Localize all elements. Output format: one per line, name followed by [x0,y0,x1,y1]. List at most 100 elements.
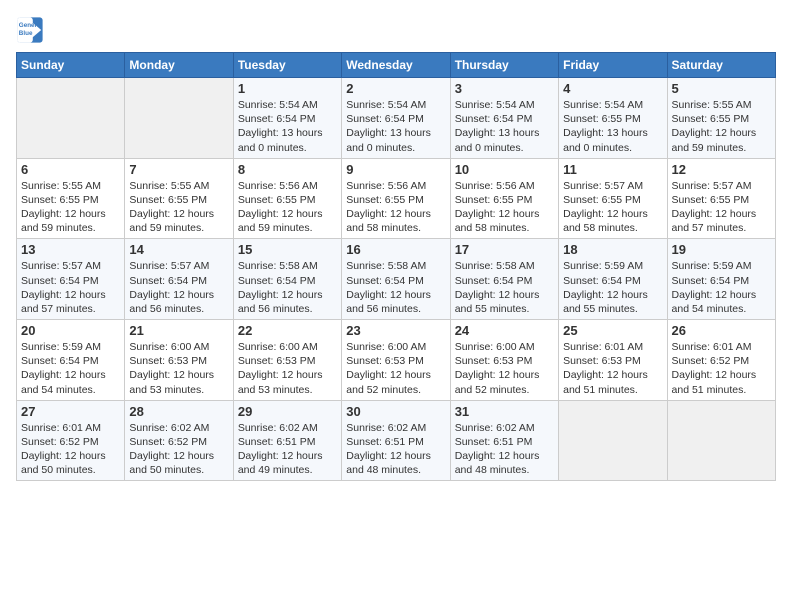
calendar-cell: 27 Sunrise: 6:01 AMSunset: 6:52 PMDayligh… [17,400,125,481]
day-number: 27 [21,404,120,419]
calendar-cell: 14 Sunrise: 5:57 AMSunset: 6:54 PMDayligh… [125,239,233,320]
calendar-week-3: 13 Sunrise: 5:57 AMSunset: 6:54 PMDayligh… [17,239,776,320]
day-number: 30 [346,404,445,419]
day-number: 7 [129,162,228,177]
svg-text:Blue: Blue [19,30,33,37]
calendar-cell [667,400,775,481]
calendar-cell: 8Sunrise: 5:56 AMSunset: 6:55 PMDaylight… [233,158,341,239]
day-info: Sunrise: 6:02 AMSunset: 6:51 PMDaylight:… [238,421,337,478]
calendar-cell: 21 Sunrise: 6:00 AMSunset: 6:53 PMDayligh… [125,320,233,401]
day-number: 31 [455,404,554,419]
day-info: Sunrise: 5:59 AMSunset: 6:54 PMDaylight:… [563,259,662,316]
calendar-cell: 6 Sunrise: 5:55 AMSunset: 6:55 PMDaylight… [17,158,125,239]
day-number: 11 [563,162,662,177]
day-info: Sunrise: 5:56 AMSunset: 6:55 PMDaylight:… [238,179,337,236]
calendar-cell: 5 Sunrise: 5:55 AMSunset: 6:55 PMDaylight… [667,78,775,159]
day-number: 28 [129,404,228,419]
calendar-cell: 17 Sunrise: 5:58 AMSunset: 6:54 PMDayligh… [450,239,558,320]
header-tuesday: Tuesday [233,53,341,78]
day-number: 20 [21,323,120,338]
day-info: Sunrise: 5:57 AMSunset: 6:55 PMDaylight:… [563,179,662,236]
day-number: 6 [21,162,120,177]
calendar-cell: 30 Sunrise: 6:02 AMSunset: 6:51 PMDayligh… [342,400,450,481]
calendar-cell: 3Sunrise: 5:54 AMSunset: 6:54 PMDaylight… [450,78,558,159]
day-number: 25 [563,323,662,338]
calendar-cell: 18 Sunrise: 5:59 AMSunset: 6:54 PMDayligh… [559,239,667,320]
calendar-cell: 19 Sunrise: 5:59 AMSunset: 6:54 PMDayligh… [667,239,775,320]
day-info: Sunrise: 5:55 AMSunset: 6:55 PMDaylight:… [129,179,228,236]
day-info: Sunrise: 6:00 AMSunset: 6:53 PMDaylight:… [346,340,445,397]
day-info: Sunrise: 5:56 AMSunset: 6:55 PMDaylight:… [455,179,554,236]
day-info: Sunrise: 5:58 AMSunset: 6:54 PMDaylight:… [238,259,337,316]
day-number: 19 [672,242,771,257]
day-info: Sunrise: 5:56 AMSunset: 6:55 PMDaylight:… [346,179,445,236]
day-info: Sunrise: 5:59 AMSunset: 6:54 PMDaylight:… [21,340,120,397]
svg-text:General: General [19,22,43,29]
day-number: 23 [346,323,445,338]
day-number: 29 [238,404,337,419]
day-number: 1 [238,81,337,96]
calendar-cell: 12Sunrise: 5:57 AMSunset: 6:55 PMDayligh… [667,158,775,239]
calendar-table: SundayMondayTuesdayWednesdayThursdayFrid… [16,52,776,481]
day-info: Sunrise: 6:01 AMSunset: 6:52 PMDaylight:… [672,340,771,397]
calendar-cell: 25 Sunrise: 6:01 AMSunset: 6:53 PMDayligh… [559,320,667,401]
header-thursday: Thursday [450,53,558,78]
calendar-cell: 20 Sunrise: 5:59 AMSunset: 6:54 PMDayligh… [17,320,125,401]
day-info: Sunrise: 6:02 AMSunset: 6:51 PMDaylight:… [455,421,554,478]
day-info: Sunrise: 6:02 AMSunset: 6:52 PMDaylight:… [129,421,228,478]
day-info: Sunrise: 5:55 AMSunset: 6:55 PMDaylight:… [672,98,771,155]
day-info: Sunrise: 5:57 AMSunset: 6:54 PMDaylight:… [21,259,120,316]
header-monday: Monday [125,53,233,78]
calendar-week-1: 1 Sunrise: 5:54 AMSunset: 6:54 PMDaylight… [17,78,776,159]
calendar-cell [559,400,667,481]
calendar-cell: 15 Sunrise: 5:58 AMSunset: 6:54 PMDayligh… [233,239,341,320]
day-number: 15 [238,242,337,257]
header-friday: Friday [559,53,667,78]
day-number: 5 [672,81,771,96]
calendar-cell: 7 Sunrise: 5:55 AMSunset: 6:55 PMDaylight… [125,158,233,239]
day-info: Sunrise: 5:55 AMSunset: 6:55 PMDaylight:… [21,179,120,236]
calendar-week-2: 6 Sunrise: 5:55 AMSunset: 6:55 PMDaylight… [17,158,776,239]
calendar-cell: 22 Sunrise: 6:00 AMSunset: 6:53 PMDayligh… [233,320,341,401]
day-number: 13 [21,242,120,257]
day-number: 10 [455,162,554,177]
day-info: Sunrise: 6:00 AMSunset: 6:53 PMDaylight:… [129,340,228,397]
calendar-cell [125,78,233,159]
day-info: Sunrise: 5:54 AMSunset: 6:54 PMDaylight:… [238,98,337,155]
header-wednesday: Wednesday [342,53,450,78]
day-number: 4 [563,81,662,96]
calendar-cell: 9Sunrise: 5:56 AMSunset: 6:55 PMDaylight… [342,158,450,239]
day-info: Sunrise: 5:59 AMSunset: 6:54 PMDaylight:… [672,259,771,316]
calendar-cell: 2Sunrise: 5:54 AMSunset: 6:54 PMDaylight… [342,78,450,159]
day-info: Sunrise: 5:58 AMSunset: 6:54 PMDaylight:… [455,259,554,316]
day-number: 17 [455,242,554,257]
day-number: 14 [129,242,228,257]
calendar-cell: 24Sunrise: 6:00 AMSunset: 6:53 PMDayligh… [450,320,558,401]
day-number: 2 [346,81,445,96]
day-info: Sunrise: 5:57 AMSunset: 6:54 PMDaylight:… [129,259,228,316]
calendar-week-4: 20 Sunrise: 5:59 AMSunset: 6:54 PMDayligh… [17,320,776,401]
header-saturday: Saturday [667,53,775,78]
day-info: Sunrise: 6:00 AMSunset: 6:53 PMDaylight:… [238,340,337,397]
calendar-cell: 29 Sunrise: 6:02 AMSunset: 6:51 PMDayligh… [233,400,341,481]
day-number: 22 [238,323,337,338]
day-info: Sunrise: 6:01 AMSunset: 6:52 PMDaylight:… [21,421,120,478]
day-number: 3 [455,81,554,96]
page-header: General Blue [16,16,776,44]
day-number: 18 [563,242,662,257]
calendar-cell: 1 Sunrise: 5:54 AMSunset: 6:54 PMDaylight… [233,78,341,159]
calendar-cell: 4Sunrise: 5:54 AMSunset: 6:55 PMDaylight… [559,78,667,159]
calendar-cell: 23 Sunrise: 6:00 AMSunset: 6:53 PMDayligh… [342,320,450,401]
logo: General Blue [16,16,48,44]
day-number: 26 [672,323,771,338]
day-info: Sunrise: 6:02 AMSunset: 6:51 PMDaylight:… [346,421,445,478]
calendar-cell: 26 Sunrise: 6:01 AMSunset: 6:52 PMDayligh… [667,320,775,401]
calendar-header-row: SundayMondayTuesdayWednesdayThursdayFrid… [17,53,776,78]
day-number: 21 [129,323,228,338]
calendar-cell [17,78,125,159]
calendar-cell: 28 Sunrise: 6:02 AMSunset: 6:52 PMDayligh… [125,400,233,481]
calendar-cell: 13 Sunrise: 5:57 AMSunset: 6:54 PMDayligh… [17,239,125,320]
day-info: Sunrise: 6:01 AMSunset: 6:53 PMDaylight:… [563,340,662,397]
day-number: 24 [455,323,554,338]
logo-icon: General Blue [16,16,44,44]
